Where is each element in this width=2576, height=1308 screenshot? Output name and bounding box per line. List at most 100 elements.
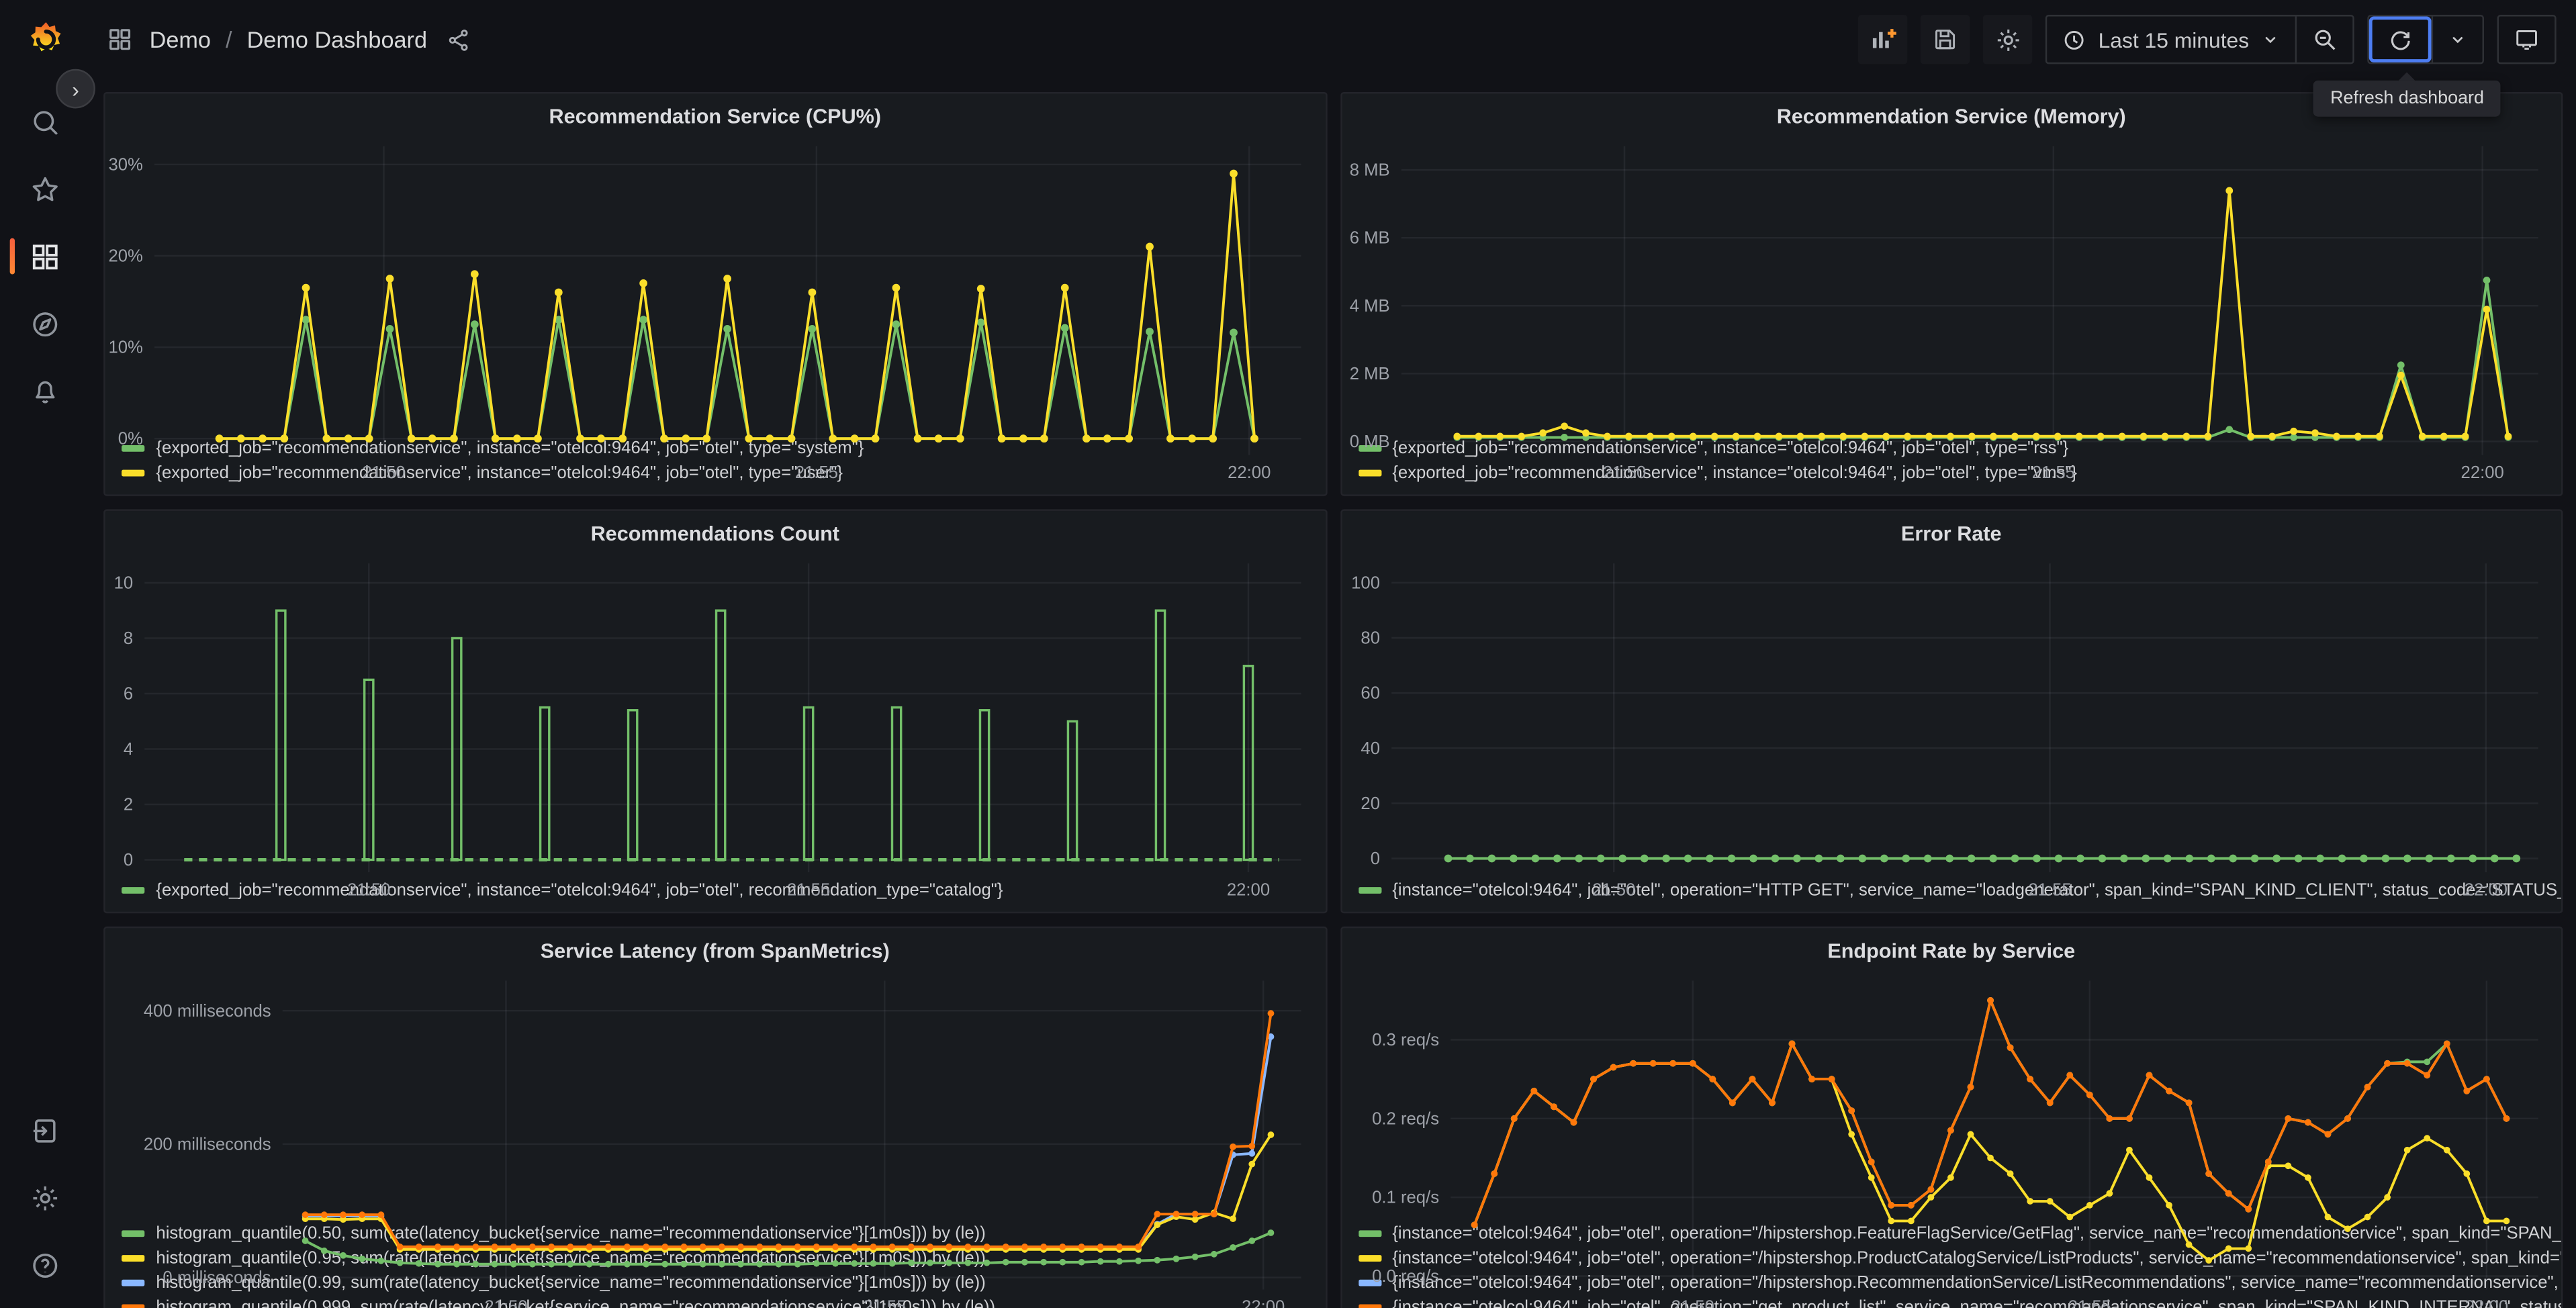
svg-text:10: 10 (114, 574, 134, 593)
chart-canvas[interactable]: 0.0 req/s 0.1 req/s 0.2 req/s 0.3 req/s 21:5… (1342, 971, 2561, 1308)
svg-text:2 MB: 2 MB (1349, 365, 1389, 383)
svg-text:0.3 req/s: 0.3 req/s (1371, 1031, 1438, 1049)
svg-text:8 MB: 8 MB (1349, 161, 1389, 180)
time-range-picker[interactable]: Last 15 minutes (2048, 16, 2295, 62)
sidebar (0, 79, 91, 1307)
svg-text:21:50: 21:50 (484, 1298, 527, 1308)
svg-text:0 milliseconds: 0 milliseconds (163, 1268, 271, 1287)
svg-text:0 MB: 0 MB (1349, 432, 1389, 451)
refresh-dashboard-button[interactable] (2368, 16, 2432, 62)
dashboards-icon (30, 240, 60, 271)
svg-text:0%: 0% (118, 430, 143, 449)
sidebar-item-help[interactable] (0, 1245, 91, 1284)
share-icon[interactable] (447, 27, 471, 52)
svg-text:20%: 20% (108, 247, 142, 266)
active-indicator (9, 238, 15, 275)
grafana-logo[interactable] (0, 19, 91, 59)
apps-icon (107, 26, 133, 52)
breadcrumb: Demo / Demo Dashboard (150, 26, 427, 52)
svg-text:100: 100 (1350, 573, 1379, 592)
panel-title[interactable]: Error Rate (1342, 514, 2561, 554)
sidebar-item-server-admin[interactable] (0, 1178, 91, 1217)
bell-icon (30, 375, 60, 406)
svg-text:60: 60 (1360, 684, 1379, 703)
svg-text:21:55: 21:55 (2031, 463, 2074, 482)
svg-text:21:50: 21:50 (362, 463, 405, 482)
search-icon (30, 106, 60, 137)
panel-recommendations-count: Recommendations Count 0 2 4 6 8 10 21:50 21:55 2… (103, 509, 1327, 914)
svg-text:4 MB: 4 MB (1349, 297, 1389, 316)
svg-text:0: 0 (1369, 849, 1379, 868)
breadcrumb-section[interactable]: Demo (150, 26, 211, 52)
svg-text:21:50: 21:50 (1592, 880, 1635, 899)
compass-icon (30, 308, 60, 339)
svg-text:10%: 10% (108, 338, 142, 357)
sidebar-item-sign-in[interactable] (0, 1111, 91, 1150)
add-panel-button[interactable] (1858, 15, 1908, 64)
refresh-tooltip: Refresh dashboard (2313, 72, 2501, 117)
sidebar-item-explore[interactable] (0, 304, 91, 344)
chart-canvas[interactable]: 0 20 40 60 80 100 21:50 21:55 22:00 (1342, 553, 2561, 899)
svg-text:21:55: 21:55 (2027, 880, 2070, 899)
svg-text:22:00: 22:00 (2463, 880, 2506, 899)
svg-text:2: 2 (124, 796, 133, 814)
panel-service-latency: Service Latency (from SpanMetrics) 0 mil… (103, 926, 1327, 1308)
svg-text:30%: 30% (108, 156, 142, 175)
svg-text:22:00: 22:00 (2460, 463, 2503, 482)
refresh-group (2367, 15, 2484, 64)
svg-text:6 MB: 6 MB (1349, 229, 1389, 248)
svg-text:21:55: 21:55 (863, 1298, 906, 1308)
panel-error-rate: Error Rate 0 20 40 60 80 100 21:50 21:55 22:00 {… (1340, 509, 2563, 914)
breadcrumb-page[interactable]: Demo Dashboard (247, 26, 427, 52)
panel-recommendation-memory: Recommendation Service (Memory) 0 MB 2 MB… (1340, 91, 2563, 496)
svg-text:22:00: 22:00 (2465, 1298, 2508, 1308)
svg-text:21:50: 21:50 (1602, 463, 1645, 482)
chart-canvas[interactable]: 0% 10% 20% 30% 21:50 21:55 22:00 (105, 136, 1325, 482)
chart-canvas[interactable]: 0 milliseconds 200 milliseconds 400 millis… (105, 971, 1325, 1308)
panel-title[interactable]: Endpoint Rate by Service (1342, 931, 2561, 971)
sign-in-icon (30, 1115, 60, 1146)
sidebar-item-alerting[interactable] (0, 371, 91, 411)
star-icon (30, 173, 60, 204)
svg-text:40: 40 (1360, 739, 1379, 758)
grafana-app: Demo / Demo Dashboard Last 15 minutes Re… (0, 0, 2576, 1308)
svg-text:22:00: 22:00 (1227, 880, 1270, 899)
panel-recommendation-cpu: Recommendation Service (CPU%) 0% 10% 20% 30… (103, 91, 1327, 496)
svg-text:21:55: 21:55 (787, 880, 830, 899)
svg-text:0.0 req/s: 0.0 req/s (1371, 1267, 1438, 1286)
top-nav: Demo / Demo Dashboard Last 15 minutes (0, 0, 2576, 79)
sidebar-item-dashboards[interactable] (0, 236, 91, 276)
dashboard-settings-button[interactable] (1983, 15, 2033, 64)
panel-title[interactable]: Recommendations Count (105, 514, 1325, 554)
expand-sidebar-button[interactable]: › (56, 68, 95, 109)
kiosk-group (2497, 15, 2557, 64)
panel-endpoint-rate: Endpoint Rate by Service 0.0 req/s 0.1 re… (1340, 926, 2563, 1308)
dashboard-grid: Recommendation Service (CPU%) 0% 10% 20% 30… (91, 79, 2576, 1308)
zoom-out-time-button[interactable] (2295, 16, 2353, 62)
clock-icon (2062, 27, 2087, 52)
svg-text:0.1 req/s: 0.1 req/s (1371, 1188, 1438, 1207)
panel-title[interactable]: Recommendation Service (CPU%) (105, 97, 1325, 136)
sidebar-item-starred[interactable] (0, 169, 91, 209)
svg-text:6: 6 (124, 685, 133, 704)
svg-text:4: 4 (124, 740, 133, 759)
chart-canvas[interactable]: 0 MB 2 MB 4 MB 6 MB 8 MB 21:50 21:55 22:00 (1342, 136, 2561, 482)
svg-text:400 milliseconds: 400 milliseconds (144, 1002, 271, 1021)
refresh-interval-dropdown[interactable] (2431, 16, 2483, 62)
kiosk-mode-button[interactable] (2499, 16, 2555, 62)
panel-title[interactable]: Service Latency (from SpanMetrics) (105, 931, 1325, 971)
svg-text:20: 20 (1360, 794, 1379, 813)
gear-icon (30, 1182, 60, 1213)
svg-text:21:55: 21:55 (795, 463, 838, 482)
chevron-down-icon (2260, 30, 2280, 49)
time-range-group: Last 15 minutes (2045, 15, 2354, 64)
svg-text:0: 0 (124, 851, 133, 870)
svg-text:200 milliseconds: 200 milliseconds (144, 1135, 271, 1154)
svg-text:22:00: 22:00 (1228, 463, 1271, 482)
svg-text:21:50: 21:50 (1670, 1298, 1713, 1308)
save-dashboard-button[interactable] (1921, 15, 1970, 64)
time-range-label: Last 15 minutes (2098, 27, 2250, 52)
svg-text:8: 8 (124, 629, 133, 648)
svg-text:80: 80 (1360, 629, 1379, 648)
chart-canvas[interactable]: 0 2 4 6 8 10 21:50 21:55 22:00 (105, 553, 1325, 899)
